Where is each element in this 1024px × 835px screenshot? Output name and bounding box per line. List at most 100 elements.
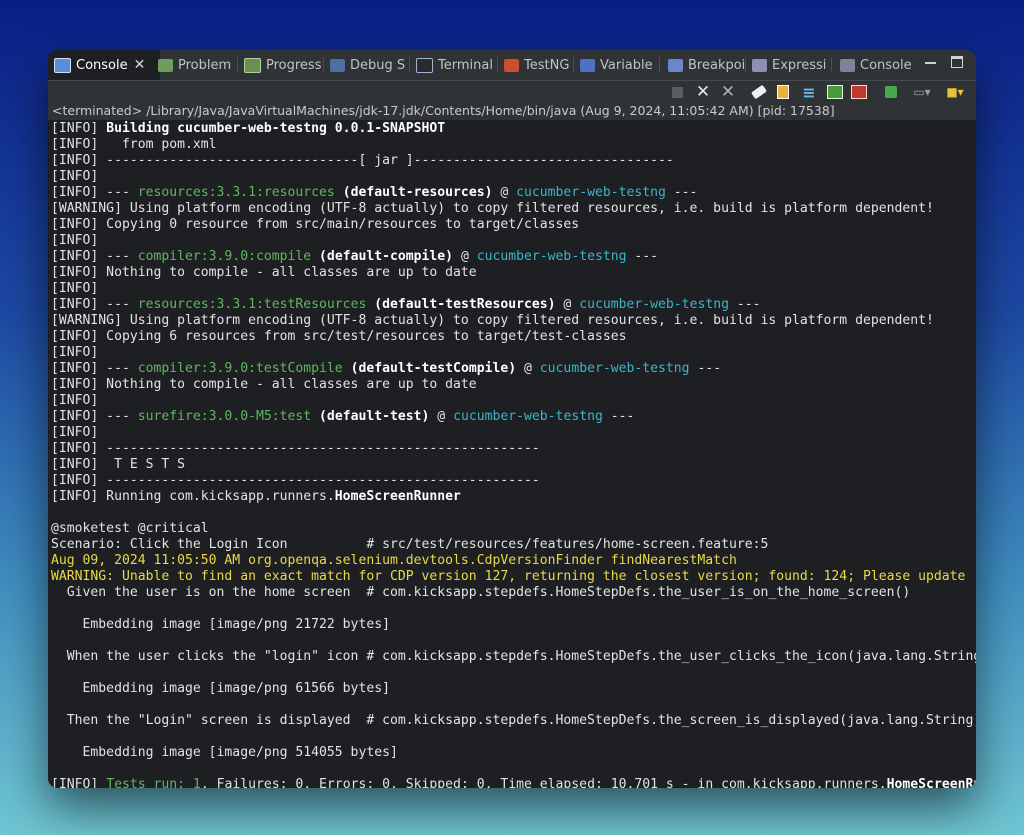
console-line: [INFO] — [51, 345, 976, 361]
tab-progress[interactable]: Progress — [244, 50, 324, 80]
tab-label: TestNG — [524, 57, 570, 73]
console-text-segment: Embedding image [image/png 61566 bytes] — [51, 681, 390, 696]
console-text-segment: Tests run: 1 — [106, 777, 201, 788]
pin-console-icon[interactable] — [880, 81, 902, 103]
console-text-segment: [INFO] Copying 0 resource from src/main/… — [51, 217, 580, 232]
console-text-segment: [INFO] — [51, 393, 99, 408]
console-line: Embedding image [image/png 514055 bytes] — [51, 745, 976, 761]
tab-expressions[interactable]: Expressi — [752, 50, 832, 80]
console-text-segment: @ — [516, 361, 540, 376]
console-text-segment: @ — [555, 297, 580, 312]
tab-variables[interactable]: Variable — [580, 50, 660, 80]
console-line: [INFO] --- resources:3.3.1:resources (de… — [51, 185, 976, 201]
process-status: <terminated> /Library/Java/JavaVirtualMa… — [48, 102, 976, 120]
console-line: [INFO] Copying 0 resource from src/main/… — [51, 217, 976, 233]
console-text-segment: [INFO] --------------------------------[… — [51, 153, 674, 168]
console-text-segment: compiler:3.9.0:compile — [137, 249, 312, 264]
console-line: [INFO] Tests run: 1, Failures: 0, Errors… — [51, 777, 976, 788]
display-console-icon[interactable]: ▭▾ — [908, 81, 936, 103]
new-console-icon[interactable]: ■▾ — [940, 81, 970, 103]
console-text-segment: [INFO] from pom.xml — [51, 137, 217, 152]
testng-icon — [504, 58, 519, 72]
show-stderr-icon[interactable] — [848, 81, 870, 103]
console-text-segment — [335, 185, 343, 200]
tab-divider — [573, 57, 574, 73]
console-toolbar: ✕ ✕ ≡ ▭▾ ■▾ — [48, 81, 976, 103]
tab-label: Expressi — [772, 57, 827, 73]
console-text-segment: Aug 09, 2024 11:05:50 AM org.openqa.sele… — [51, 553, 737, 568]
minimize-icon[interactable] — [925, 62, 936, 64]
close-icon[interactable]: ✕ — [134, 57, 146, 73]
scroll-lock-icon[interactable] — [772, 81, 794, 103]
breakpoints-icon — [668, 58, 683, 72]
tab-label: Variable — [600, 57, 653, 73]
debug-shell-icon — [330, 58, 345, 72]
console-line: [INFO] --- surefire:3.0.0-M5:test (defau… — [51, 409, 976, 425]
console-output[interactable]: [INFO] Building cucumber-web-testng 0.0.… — [48, 121, 976, 788]
console-text-segment: , Failures: 0, Errors: 0, Skipped: 0, Ti… — [200, 777, 887, 788]
tab-label: Breakpoi — [688, 57, 746, 73]
remove-launch-icon[interactable]: ✕ — [692, 81, 714, 103]
console-line: Then the "Login" screen is displayed # c… — [51, 713, 976, 729]
console-line: [INFO] Building cucumber-web-testng 0.0.… — [51, 121, 976, 137]
maximize-icon[interactable] — [951, 56, 963, 68]
tab-label: Console — [860, 57, 912, 73]
console-text-segment: --- — [626, 249, 659, 264]
tab-testng[interactable]: TestNG — [504, 50, 574, 80]
console-line: [INFO] — [51, 393, 976, 409]
tab-divider — [745, 57, 746, 73]
tab-label: Console — [76, 57, 128, 73]
console-text-segment: [INFO] — [51, 425, 99, 440]
clear-console-icon[interactable] — [748, 81, 770, 103]
tab-divider — [659, 57, 660, 73]
tab-breakpoints[interactable]: Breakpoi — [668, 50, 746, 80]
view-tab-bar: Console ✕ Problem Progress Debug S Termi… — [48, 50, 976, 81]
console-text-segment: Embedding image [image/png 514055 bytes] — [51, 745, 398, 760]
tab-debug-shell[interactable]: Debug S — [330, 50, 410, 80]
console-text-segment: [INFO] — [51, 121, 107, 136]
console-text-segment: --- — [665, 185, 698, 200]
tab-divider — [497, 57, 498, 73]
tab-terminal[interactable]: Terminal — [416, 50, 498, 80]
console-line: Embedding image [image/png 61566 bytes] — [51, 681, 976, 697]
console-text-segment: (default-test) — [319, 409, 430, 424]
ide-window: Console ✕ Problem Progress Debug S Termi… — [48, 50, 976, 788]
console-text-segment: [INFO] — [51, 169, 99, 184]
console-text-segment: Building cucumber-web-testng 0.0.1-SNAPS… — [106, 121, 446, 136]
console-text-segment: [INFO] Nothing to compile - all classes … — [51, 377, 477, 392]
console-line: [INFO] ---------------------------------… — [51, 473, 976, 489]
console-text-segment: @smoketest @critical — [51, 521, 209, 536]
console-text-segment: HomeScreenRunner — [886, 777, 976, 788]
console-text-segment: Then the "Login" screen is displayed # c… — [51, 713, 976, 728]
tab-divider — [237, 57, 238, 73]
console-text-segment: [WARNING] Using platform encoding (UTF-8… — [51, 313, 934, 328]
console-line: Aug 09, 2024 11:05:50 AM org.openqa.sele… — [51, 553, 976, 569]
show-stdout-icon[interactable] — [824, 81, 846, 103]
console-line: @smoketest @critical — [51, 521, 976, 537]
tab-console-2[interactable]: Console — [840, 50, 914, 80]
remove-all-terminated-icon[interactable]: ✕ — [716, 81, 740, 103]
console-text-segment: cucumber-web-testng — [516, 185, 666, 200]
console-text-segment: [INFO] — [51, 281, 99, 296]
console-text-segment: (default-compile) — [319, 249, 454, 264]
tab-console[interactable]: Console ✕ — [48, 50, 160, 80]
word-wrap-icon[interactable]: ≡ — [798, 81, 820, 103]
problems-icon — [158, 58, 173, 72]
console-text-segment — [311, 249, 319, 264]
terminate-icon[interactable] — [668, 81, 686, 103]
console-text-segment: [INFO] Copying 6 resources from src/test… — [51, 329, 627, 344]
tab-label: Terminal — [438, 57, 493, 73]
console-text-segment: [INFO] Running com.kicksapp.runners. — [51, 489, 335, 504]
tab-label: Problem — [178, 57, 232, 73]
tab-problems[interactable]: Problem — [158, 50, 238, 80]
console-text-segment: Scenario: Click the Login Icon # src/tes… — [51, 537, 769, 552]
console-text-segment: [INFO] --- — [51, 185, 138, 200]
expressions-icon — [752, 58, 767, 72]
console-line: Given the user is on the home screen # c… — [51, 585, 976, 601]
console-text-segment: (default-resources) — [342, 185, 493, 200]
